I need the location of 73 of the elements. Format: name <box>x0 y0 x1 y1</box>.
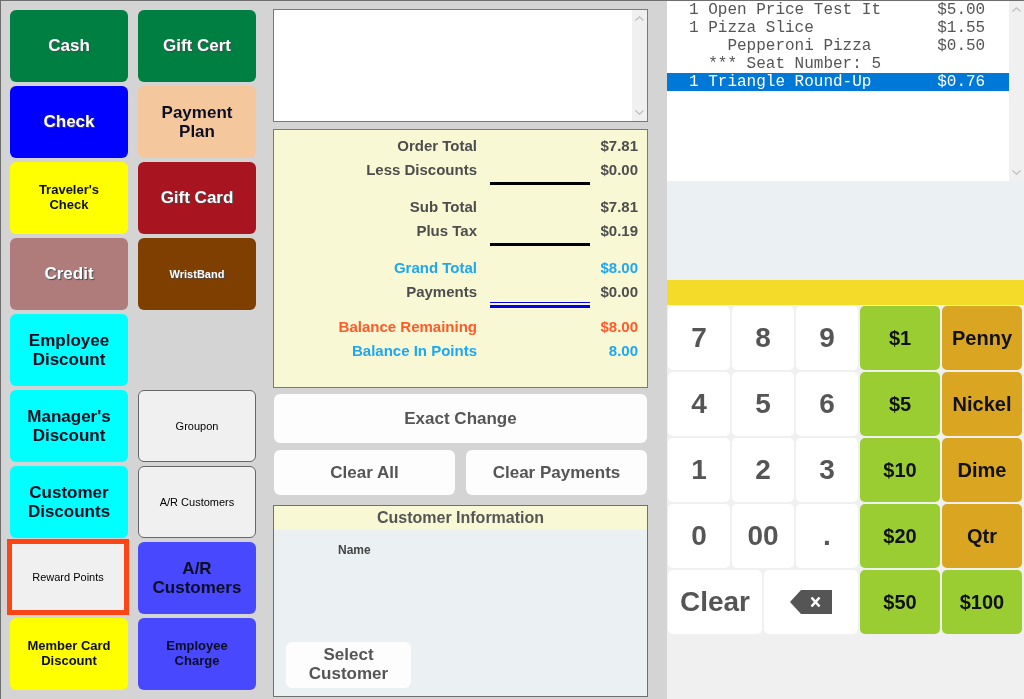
total-label: Grand Total <box>392 258 477 276</box>
digit-key[interactable]: 2 <box>732 438 794 502</box>
clear-key[interactable]: Clear <box>668 570 762 634</box>
clear-button[interactable]: Clear Payments <box>466 450 647 495</box>
total-label: Balance Remaining <box>337 317 477 335</box>
chevron-down-icon <box>635 110 644 115</box>
tender-button[interactable]: Check <box>10 86 128 158</box>
tender-button[interactable]: Employee Discount <box>10 314 128 386</box>
coin-key[interactable]: Dime <box>942 438 1022 502</box>
digit-key[interactable]: 7 <box>668 306 730 370</box>
order-line[interactable]: 1 Pizza Slice $1.55 <box>667 19 1009 37</box>
tender-button[interactable]: Payment Plan <box>138 86 256 158</box>
backspace-key[interactable] <box>764 570 858 634</box>
digit-key[interactable]: 9 <box>796 306 858 370</box>
exact-change-button[interactable]: Exact Change <box>274 394 647 443</box>
payment-list[interactable] <box>273 9 648 122</box>
total-value: $0.00 <box>600 160 638 178</box>
tender-button[interactable]: WristBand <box>138 238 256 310</box>
digit-key[interactable]: 3 <box>796 438 858 502</box>
digit-key[interactable]: 5 <box>732 372 794 436</box>
digit-key[interactable]: . <box>796 504 858 568</box>
clear-button[interactable]: Clear All <box>274 450 455 495</box>
select-customer-button[interactable]: Select Customer <box>286 642 411 688</box>
total-value: $0.19 <box>600 221 638 239</box>
total-value: 8.00 <box>608 341 638 359</box>
digit-key[interactable]: 0 <box>668 504 730 568</box>
order-note: *** Seat Number: 5 <box>708 55 881 73</box>
digit-key[interactable]: 1 <box>668 438 730 502</box>
panel-header: Customer Information <box>274 506 647 530</box>
tender-button[interactable]: Manager's Discount <box>10 390 128 462</box>
cash-key[interactable]: $10 <box>860 438 940 502</box>
scrollbar[interactable] <box>632 10 647 121</box>
cash-key[interactable]: $50 <box>860 570 940 634</box>
coin-key[interactable]: Penny <box>942 306 1022 370</box>
digit-key[interactable]: 00 <box>732 504 794 568</box>
tender-button[interactable]: Reward Points <box>7 539 129 615</box>
scrollbar[interactable] <box>1009 1 1024 181</box>
tender-button[interactable]: Member Card Discount <box>10 618 128 690</box>
total-label: Sub Total <box>408 197 477 215</box>
tender-button[interactable]: Gift Card <box>138 162 256 234</box>
total-value: $8.00 <box>600 258 638 276</box>
total-label: Payments <box>405 282 477 300</box>
cash-key[interactable]: $100 <box>942 570 1022 634</box>
coin-key[interactable]: Qtr <box>942 504 1022 568</box>
backspace-icon <box>790 590 832 614</box>
coin-key[interactable]: Nickel <box>942 372 1022 436</box>
field-label: Name <box>338 543 371 557</box>
chevron-down-icon <box>1012 170 1021 175</box>
chevron-up-icon <box>635 16 644 21</box>
tender-button[interactable]: Credit <box>10 238 128 310</box>
tender-button[interactable]: Cash <box>10 10 128 82</box>
total-label: Order Total <box>396 136 477 154</box>
tender-button[interactable]: Customer Discounts <box>10 466 128 538</box>
tender-button[interactable]: Traveler's Check <box>10 162 128 234</box>
total-label: Plus Tax <box>415 221 477 239</box>
cash-key[interactable]: $5 <box>860 372 940 436</box>
tender-button[interactable]: Groupon <box>138 390 256 462</box>
tender-button[interactable]: A/R Customers <box>138 466 256 538</box>
digit-key[interactable]: 4 <box>668 372 730 436</box>
chevron-up-icon <box>1012 7 1021 12</box>
cash-key[interactable]: $1 <box>860 306 940 370</box>
total-value: $7.81 <box>600 136 638 154</box>
total-label: Balance In Points <box>350 341 477 359</box>
tender-button[interactable]: Gift Cert <box>138 10 256 82</box>
modifier-line[interactable]: Pepperoni Pizza $0.50 <box>667 37 1009 55</box>
order-line[interactable]: 1 Open Price Test It $5.00 <box>667 1 1009 19</box>
digit-key[interactable]: 6 <box>796 372 858 436</box>
total-label: Less Discounts <box>365 160 477 178</box>
total-value: $7.81 <box>600 197 638 215</box>
cash-key[interactable]: $20 <box>860 504 940 568</box>
total-value: $8.00 <box>600 317 638 335</box>
digit-key[interactable]: 8 <box>732 306 794 370</box>
total-value: $0.00 <box>600 282 638 300</box>
